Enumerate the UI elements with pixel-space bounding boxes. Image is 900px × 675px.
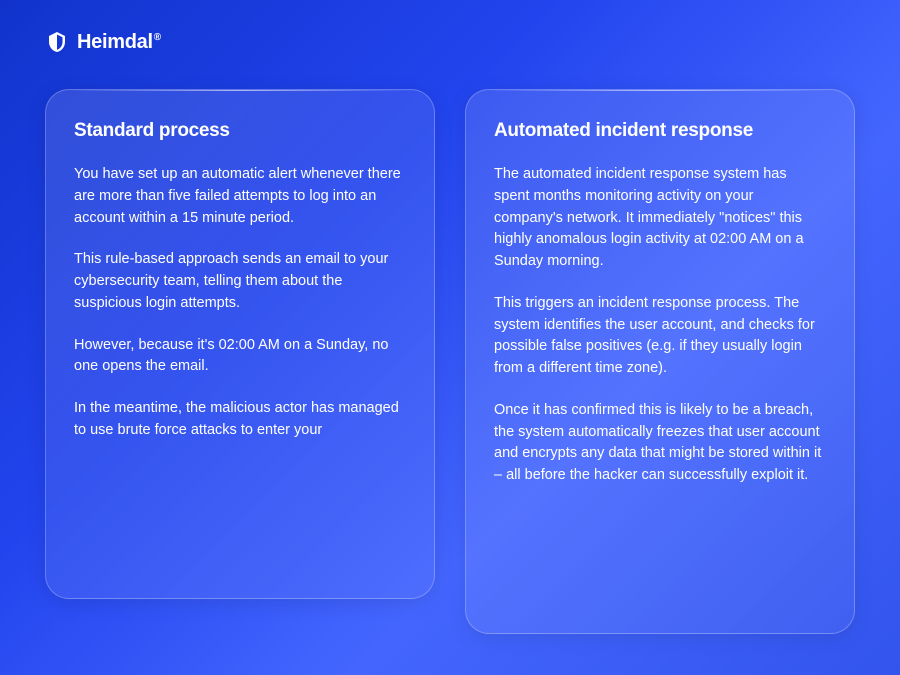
card-title: Standard process: [74, 120, 406, 142]
paragraph: Once it has confirmed this is likely to …: [494, 400, 826, 487]
cards-container: Standard process You have set up an auto…: [0, 54, 900, 634]
paragraph: This rule-based approach sends an email …: [74, 249, 406, 314]
card-body: You have set up an automatic alert whene…: [74, 164, 406, 442]
card-standard-process: Standard process You have set up an auto…: [45, 89, 435, 599]
brand-logo: Heimdal®: [0, 0, 900, 54]
card-body: The automated incident response system h…: [494, 164, 826, 487]
heimdal-icon: [45, 30, 69, 54]
paragraph: You have set up an automatic alert whene…: [74, 164, 406, 229]
card-title: Automated incident response: [494, 120, 826, 142]
paragraph: However, because it's 02:00 AM on a Sund…: [74, 335, 406, 379]
brand-name: Heimdal®: [77, 31, 161, 54]
paragraph: The automated incident response system h…: [494, 164, 826, 273]
paragraph: This triggers an incident response proce…: [494, 293, 826, 380]
card-automated-response: Automated incident response The automate…: [465, 89, 855, 634]
paragraph: In the meantime, the malicious actor has…: [74, 398, 406, 442]
